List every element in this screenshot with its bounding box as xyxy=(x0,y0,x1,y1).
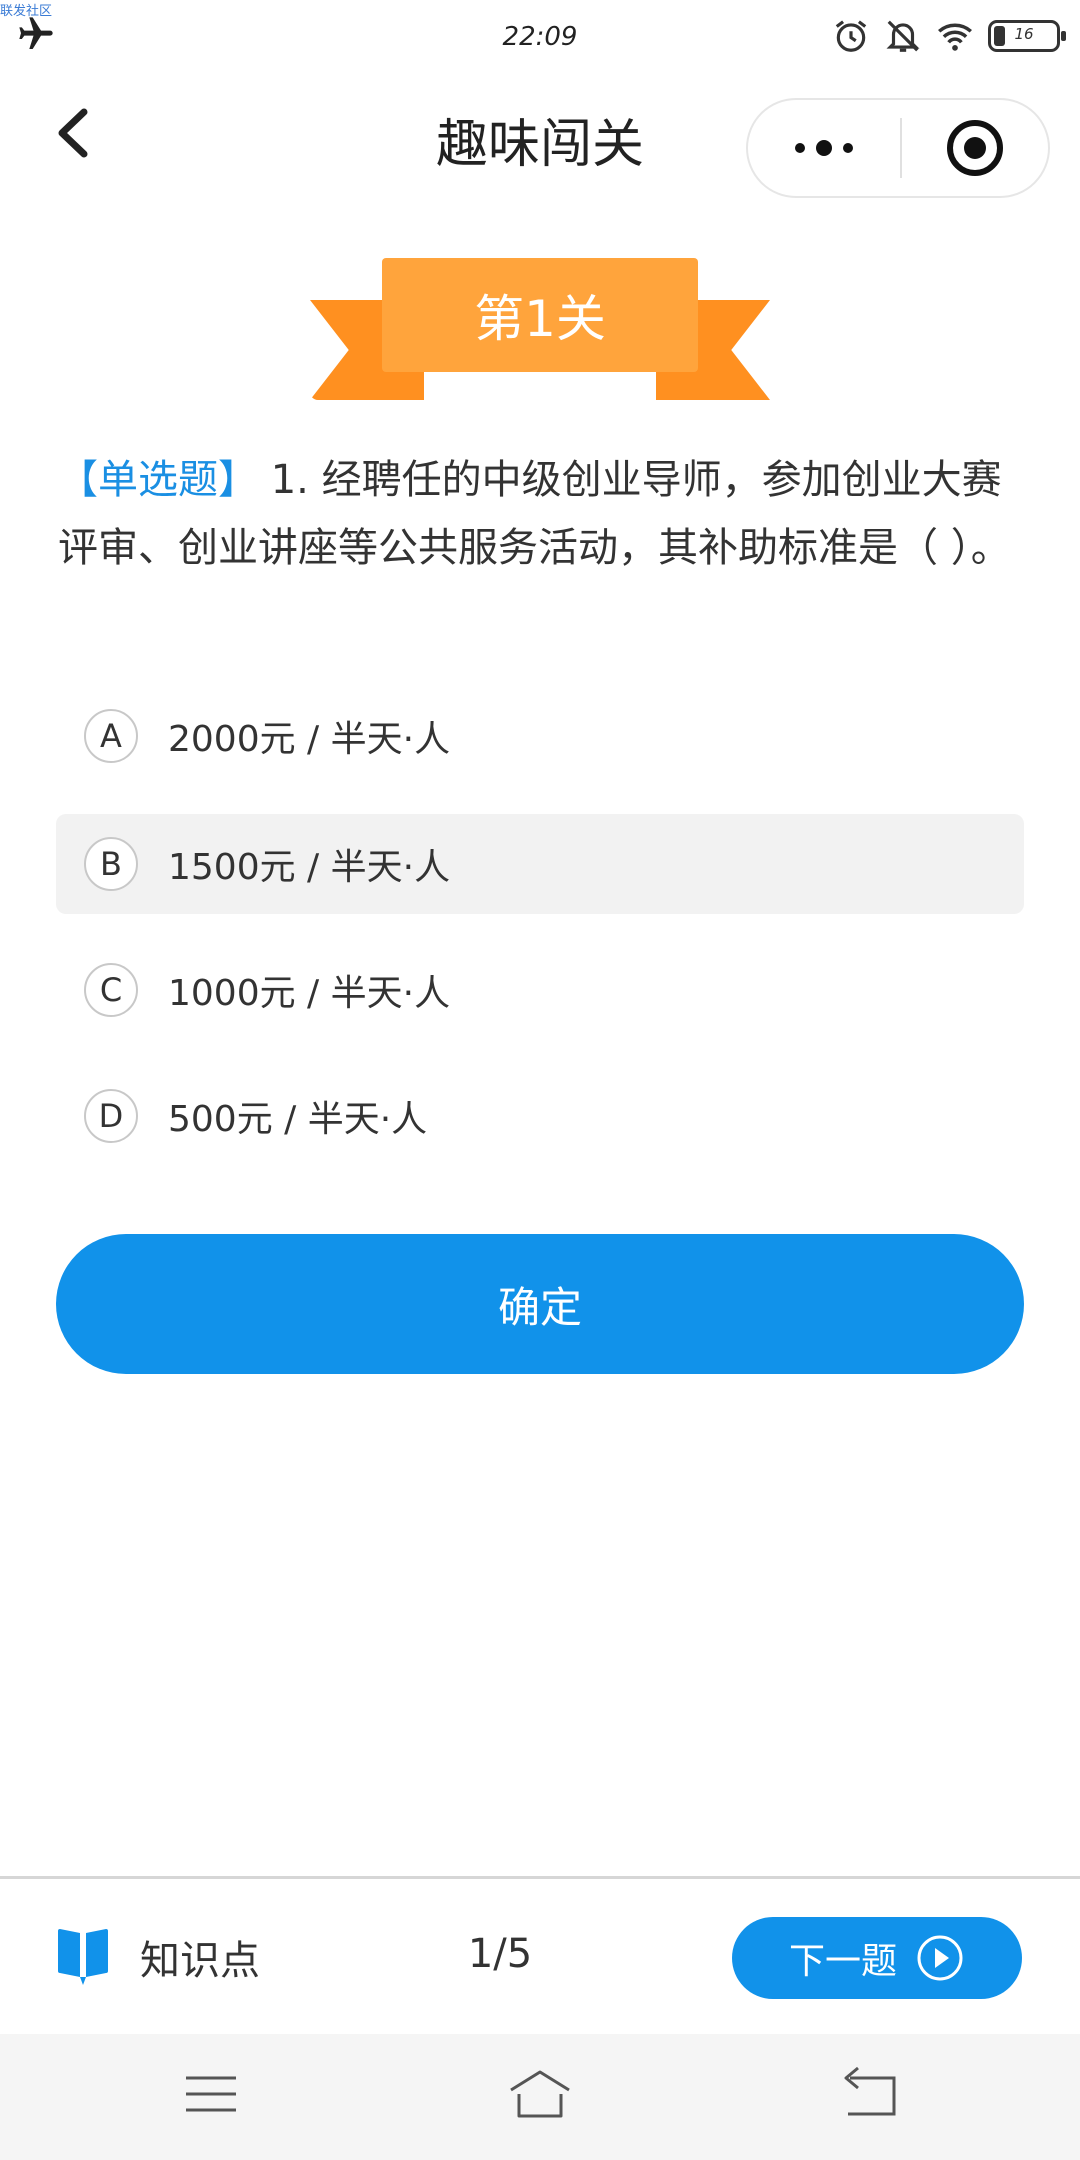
screen: 联发社区 22:09 16 趣味闯关 第1关 【单选题】 1. 经聘任的中级创业… xyxy=(0,0,1080,2160)
close-miniprogram-button[interactable] xyxy=(902,100,1048,196)
option-text: 2000元 / 半天·人 xyxy=(168,719,451,760)
mute-bell-icon xyxy=(886,20,920,52)
option-letter: A xyxy=(84,709,138,763)
option-letter: C xyxy=(84,963,138,1017)
knowledge-label: 知识点 xyxy=(140,1938,260,1984)
option-b[interactable]: B 1500元 / 半天·人 xyxy=(56,814,1024,914)
status-bar: 联发社区 22:09 16 xyxy=(0,0,1080,72)
next-label: 下一题 xyxy=(788,1941,897,1982)
bottom-bar: 知识点 1/5 下一题 xyxy=(0,1876,1080,2034)
status-icons: 16 xyxy=(832,16,1066,56)
menu-icon[interactable] xyxy=(176,2064,246,2124)
option-a[interactable]: A 2000元 / 半天·人 xyxy=(56,686,1024,786)
more-dots-icon xyxy=(795,140,853,156)
question-progress: 1/5 xyxy=(467,1931,533,1977)
nav-bar: 趣味闯关 xyxy=(0,80,1080,210)
option-letter: D xyxy=(84,1089,138,1143)
target-icon xyxy=(947,120,1003,176)
question-type-tag: 【单选题】 xyxy=(58,457,258,503)
option-c[interactable]: C 1000元 / 半天·人 xyxy=(56,940,1024,1040)
knowledge-button[interactable]: 知识点 xyxy=(54,1925,260,1989)
return-icon[interactable] xyxy=(834,2064,904,2124)
question-text: 【单选题】 1. 经聘任的中级创业导师，参加创业大赛评审、创业讲座等公共服务活动… xyxy=(58,446,1022,582)
confirm-button[interactable]: 确定 xyxy=(56,1234,1024,1374)
miniprogram-capsule xyxy=(746,98,1050,198)
system-nav-bar xyxy=(0,2034,1080,2160)
option-letter: B xyxy=(84,837,138,891)
alarm-icon xyxy=(835,20,867,52)
option-text: 500元 / 半天·人 xyxy=(168,1099,428,1140)
more-button[interactable] xyxy=(748,100,900,196)
level-label: 第1关 xyxy=(382,258,698,372)
battery-level: 16 xyxy=(1014,25,1034,43)
option-text: 1000元 / 半天·人 xyxy=(168,973,451,1014)
next-question-button[interactable]: 下一题 xyxy=(732,1917,1022,1999)
option-d[interactable]: D 500元 / 半天·人 xyxy=(56,1066,1024,1166)
battery-icon: 16 xyxy=(988,20,1066,52)
play-circle-icon xyxy=(917,1935,963,1981)
home-icon[interactable] xyxy=(505,2064,575,2124)
level-ribbon: 第1关 xyxy=(310,258,770,402)
option-text: 1500元 / 半天·人 xyxy=(168,847,451,888)
wifi-icon xyxy=(938,23,972,51)
book-icon xyxy=(58,1929,108,1985)
